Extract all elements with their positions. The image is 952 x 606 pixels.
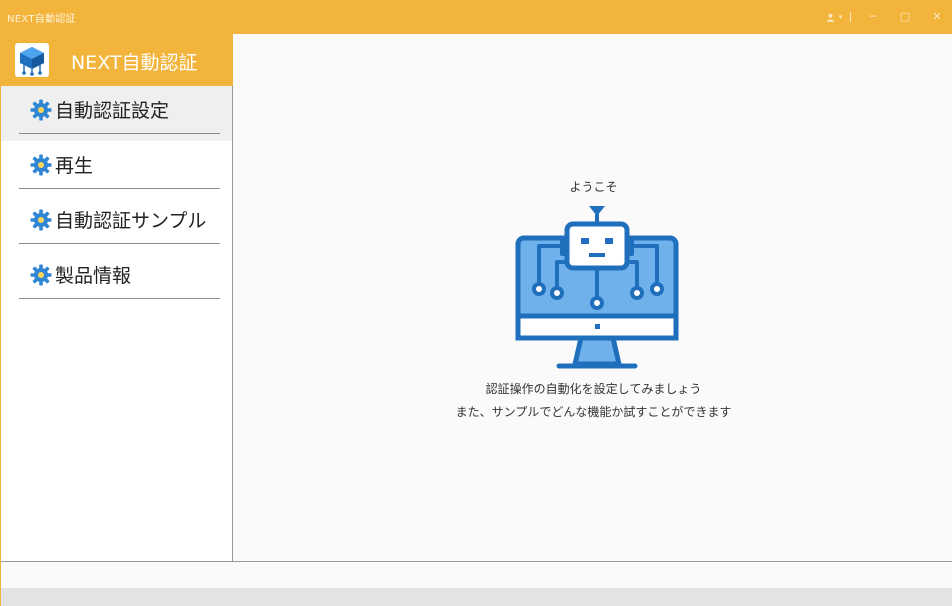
minimize-icon: ─ [869,10,877,23]
brand-name: NEXT自動認証 [71,52,198,74]
close-icon: ✕ [932,10,942,23]
gear-icon [30,99,52,120]
gear-icon [30,209,52,230]
sidebar-item-auto-auth-sample[interactable]: 自動認証サンプル [1,196,232,251]
user-caret: ▾ [838,13,843,21]
intro-message-line1: 認証操作の自動化を設定してみましょう [485,382,702,396]
brand-header: NEXT自動認証 [1,34,233,86]
title-bar[interactable]: NEXT自動認証 ▾ ─ □ ✕ [1,0,952,34]
welcome-heading: ようこそ [569,180,618,194]
sidebar: NEXT自動認証 自動認証設定 再生 自動認証サンプル 製品情報 [1,34,233,561]
window-controls: ▾ ─ □ ✕ [818,0,952,34]
main-content: ようこそ 認証操作の自動化を設定してみましょう また、サンプルでどんな機能か試す… [234,34,952,561]
sidebar-item-label: 自動認証サンプル [55,210,207,232]
sidebar-nav: 自動認証設定 再生 自動認証サンプル 製品情報 [1,86,232,306]
sidebar-item-label: 製品情報 [55,265,132,287]
close-button[interactable]: ✕ [921,0,952,34]
app-window: NEXT自動認証 ▾ ─ □ ✕ NEXT自動認証 自動認証設定 再生 自動認証… [0,0,952,606]
gear-icon [30,154,52,175]
gear-icon [30,264,52,285]
sidebar-item-label: 再生 [55,155,94,177]
status-bar [1,562,952,588]
window-title: NEXT自動認証 [7,14,76,25]
intro-message-line2: また、サンプルでどんな機能か試すことができます [455,405,732,419]
maximize-icon: □ [899,10,911,23]
robot-monitor-illustration [515,206,679,369]
sidebar-item-product-info[interactable]: 製品情報 [1,251,232,306]
sidebar-item-playback[interactable]: 再生 [1,141,232,196]
sidebar-item-auto-auth-settings[interactable]: 自動認証設定 [1,86,232,141]
sidebar-item-label: 自動認証設定 [55,100,170,122]
user-menu-button[interactable]: ▾ [818,0,850,34]
minimize-button[interactable]: ─ [857,0,889,34]
app-logo-icon [15,43,49,77]
controls-divider [850,12,851,22]
maximize-button[interactable]: □ [889,0,921,34]
user-icon [826,13,834,22]
footer-bar [1,588,952,606]
